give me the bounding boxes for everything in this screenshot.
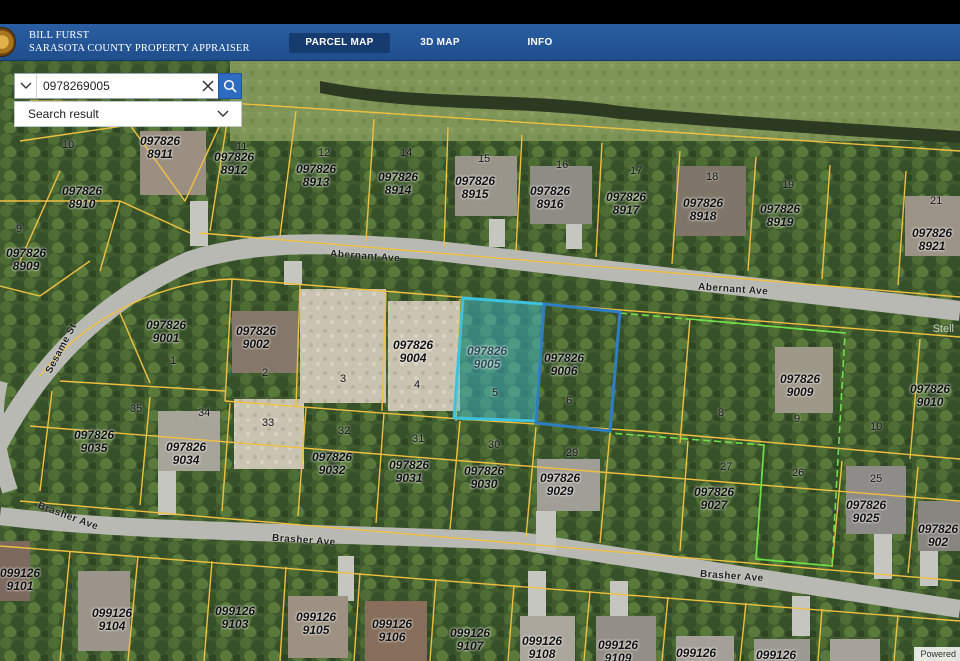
lot-number: 18 — [706, 171, 719, 183]
search-icon — [223, 79, 237, 93]
lot-number: 8 — [718, 407, 725, 419]
parcel-label[interactable]: 097826 9035 — [74, 429, 114, 455]
lot-number: 33 — [262, 417, 275, 429]
lot-number: 1 — [170, 355, 177, 367]
parcel-label[interactable]: 097826 9027 — [694, 486, 734, 512]
parcel-label[interactable]: 099126 9104 — [92, 607, 132, 633]
lot-number: 21 — [930, 195, 943, 207]
esri-watermark: Stell — [932, 323, 954, 335]
lot-number: 10 — [62, 139, 75, 151]
close-icon — [202, 80, 214, 92]
search-result-dropdown[interactable]: Search result — [14, 101, 242, 127]
parcel-label[interactable]: 097826 9029 — [540, 472, 580, 498]
lot-number: 31 — [412, 433, 425, 445]
search-input[interactable] — [37, 74, 198, 98]
clear-search-button[interactable] — [198, 74, 218, 98]
search-source-dropdown[interactable] — [15, 74, 37, 98]
parcel-label[interactable]: 097826 8918 — [683, 197, 723, 223]
parcel-label[interactable]: 097826 8910 — [62, 185, 102, 211]
county-seal-icon — [0, 27, 16, 57]
parcel-label[interactable]: 097826 8915 — [455, 175, 495, 201]
lot-number: 4 — [414, 379, 421, 391]
parcel-label[interactable]: 097826 9006 — [544, 352, 584, 378]
parcel-label[interactable]: 097826 9001 — [146, 319, 186, 345]
lot-number: 15 — [478, 153, 491, 165]
lot-number: 12 — [318, 147, 331, 159]
lot-number: 5 — [492, 387, 499, 399]
lot-number: 11 — [236, 141, 248, 153]
lot-number: 16 — [556, 159, 569, 171]
chevron-down-icon — [217, 110, 229, 117]
lot-number: 3 — [340, 373, 347, 385]
lot-number: 30 — [488, 439, 501, 451]
nav-parcel-map[interactable]: PARCEL MAP — [289, 33, 390, 53]
lot-number: 9 — [16, 223, 23, 235]
lot-number: 6 — [566, 395, 573, 407]
parcel-label[interactable]: 097826 8916 — [530, 185, 570, 211]
parcel-label[interactable]: 097826 9009 — [780, 373, 820, 399]
lot-number: 34 — [198, 407, 211, 419]
parcel-label[interactable]: 099126 9101 — [0, 567, 40, 593]
parcel-label[interactable]: 097826 8914 — [378, 171, 418, 197]
lot-number: 35 — [130, 403, 143, 415]
parcel-label[interactable]: 097826 8911 — [140, 135, 180, 161]
parcel-label[interactable]: 099126 9107 — [450, 627, 490, 653]
lot-number: 9 — [794, 413, 801, 425]
parcel-label[interactable]: 097826 8921 — [912, 227, 952, 253]
lot-number: 17 — [630, 165, 643, 177]
lot-number: 25 — [870, 473, 883, 485]
parcel-label[interactable]: 097826 9034 — [166, 441, 206, 467]
parcel-label[interactable]: 097826 9032 — [312, 451, 352, 477]
parcel-label[interactable]: 097826 8917 — [606, 191, 646, 217]
parcel-label[interactable]: 097826 8909 — [6, 247, 46, 273]
parcel-label-selected[interactable]: 097826 9005 — [467, 345, 507, 371]
parcel-label[interactable]: 097826 9025 — [846, 499, 886, 525]
lot-number: 2 — [262, 367, 269, 379]
parcel-label[interactable]: 097826 8912 — [214, 151, 254, 177]
parcel-label[interactable]: 099126 9105 — [296, 611, 336, 637]
parcel-label[interactable]: 097826 9002 — [236, 325, 276, 351]
org-title: BILL FURST SARASOTA COUNTY PROPERTY APPR… — [29, 29, 250, 55]
parcel-label[interactable]: 0991269110 — [676, 647, 716, 661]
parcel-label[interactable]: 0991269111 — [756, 649, 796, 661]
chevron-down-icon — [20, 82, 31, 89]
search-bar — [14, 73, 242, 99]
lot-number: 32 — [338, 425, 351, 437]
parcel-label[interactable]: 097826 9030 — [464, 465, 504, 491]
parcel-label[interactable]: 097826 8919 — [760, 203, 800, 229]
parcel-label[interactable]: 097826 9031 — [389, 459, 429, 485]
parcel-label[interactable]: 097826 902 — [918, 523, 958, 549]
parcel-label[interactable]: 097826 8913 — [296, 163, 336, 189]
lot-number: 26 — [792, 467, 805, 479]
powered-by-attribution[interactable]: Powered — [914, 647, 960, 661]
parcel-label[interactable]: 097826 9010 — [910, 383, 950, 409]
org-line-2: SARASOTA COUNTY PROPERTY APPRAISER — [29, 43, 250, 54]
parcel-label[interactable]: 099126 9103 — [215, 605, 255, 631]
parcel-label[interactable]: 099126 9106 — [372, 618, 412, 644]
search-button[interactable] — [218, 73, 242, 99]
lot-number: 14 — [400, 147, 413, 159]
lot-number: 29 — [566, 447, 579, 459]
search-result-label: Search result — [28, 107, 99, 121]
nav-3d-map[interactable]: 3D MAP — [408, 33, 472, 53]
app-header: BILL FURST SARASOTA COUNTY PROPERTY APPR… — [0, 24, 960, 61]
lot-number: 19 — [782, 179, 795, 191]
parcel-label[interactable]: 099126 9109 — [598, 639, 638, 661]
lot-number: 10 — [870, 421, 883, 433]
nav-info[interactable]: INFO — [515, 33, 565, 53]
parcel-map[interactable]: Abernant Ave Abernant Ave Brasher Ave Br… — [0, 61, 960, 661]
org-line-1: BILL FURST — [29, 30, 90, 41]
parcel-label[interactable]: 099126 9108 — [522, 635, 562, 661]
parcel-label[interactable]: 097826 9004 — [393, 339, 433, 365]
lot-number: 27 — [720, 461, 733, 473]
top-black-strip — [0, 0, 960, 24]
